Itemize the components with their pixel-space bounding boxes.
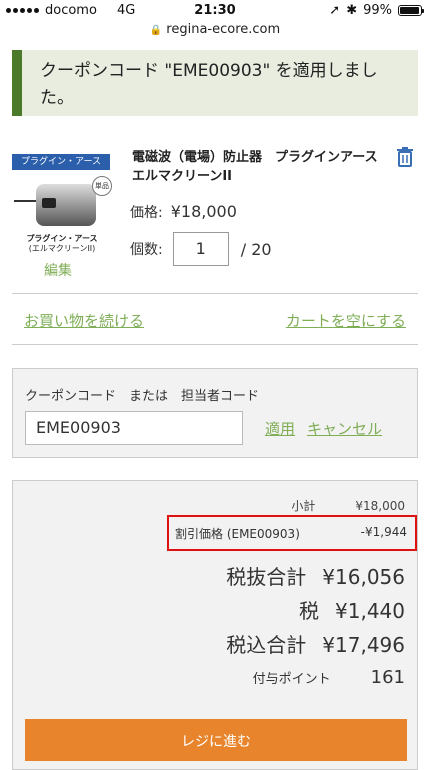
discount-row: 割引価格 (EME00903) -¥1,944 xyxy=(167,515,417,551)
incl-tax-label: 税込合計 xyxy=(226,633,307,657)
lock-icon: 🔒 xyxy=(149,25,163,36)
thumb-caption-line1: プラグイン・アース xyxy=(26,234,98,243)
discount-value: -¥1,944 xyxy=(360,525,407,539)
single-item-badge: 単品 xyxy=(92,176,112,196)
tax-row: 税 ¥1,440 xyxy=(299,595,405,624)
edit-link[interactable]: 編集 xyxy=(44,260,72,280)
points-row: 付与ポイント 161 xyxy=(253,667,405,688)
divider xyxy=(12,293,418,294)
points-label: 付与ポイント xyxy=(252,672,331,687)
quantity-label: 個数: xyxy=(130,242,163,258)
coupon-section: クーポンコード または 担当者コード EME00903 適用 キャンセル xyxy=(12,368,418,458)
tax-label: 税 xyxy=(299,599,320,623)
coupon-applied-notice: クーポンコード "EME00903" を適用しました。 xyxy=(12,50,418,116)
price-label: 価格: xyxy=(130,205,163,221)
tax-value: ¥1,440 xyxy=(335,599,405,623)
address-bar[interactable]: 🔒 regina-ecore.com xyxy=(0,22,430,42)
thumb-caption-line2: (エルマクリーンII) xyxy=(28,244,96,253)
brand-banner: プラグイン・アース xyxy=(12,154,110,170)
subtotal-label: 小計 xyxy=(291,499,316,513)
quantity-row: 個数: 1 / 20 xyxy=(130,232,272,266)
status-bar: docomo 4G 21:30 ➚ ✱ 99% xyxy=(0,0,430,22)
product-name[interactable]: 電磁波（電場）防止器 プラグインアース エルマクリーンII xyxy=(132,148,391,186)
coupon-input[interactable]: EME00903 xyxy=(25,411,243,445)
bluetooth-icon: ✱ xyxy=(346,3,358,18)
status-right: ➚ ✱ 99% xyxy=(329,3,424,18)
device-graphic xyxy=(36,184,96,226)
product-image[interactable]: プラグイン・アース 単品 プラグイン・アース (エルマクリーンII) xyxy=(12,148,112,268)
excl-tax-label: 税抜合計 xyxy=(226,565,307,589)
location-icon: ➚ xyxy=(329,3,341,18)
incl-tax-total-row: 税込合計 ¥17,496 xyxy=(226,629,405,658)
excl-tax-total-row: 税抜合計 ¥16,056 xyxy=(226,561,405,590)
battery-icon xyxy=(398,5,424,16)
cancel-coupon-link[interactable]: キャンセル xyxy=(307,418,382,439)
cable-graphic xyxy=(14,200,38,202)
subtotal-value: ¥18,000 xyxy=(355,499,405,513)
coupon-label: クーポンコード または 担当者コード xyxy=(25,389,260,404)
cart-item: プラグイン・アース 単品 プラグイン・アース (エルマクリーンII) 編集 電磁… xyxy=(12,146,418,288)
price-row: 価格: ¥18,000 xyxy=(130,202,237,222)
order-summary: 小計 ¥18,000 割引価格 (EME00903) -¥1,944 税抜合計 … xyxy=(12,480,418,770)
apply-coupon-link[interactable]: 適用 xyxy=(265,418,295,439)
quantity-input[interactable]: 1 xyxy=(172,232,229,266)
battery-percent: 99% xyxy=(363,3,392,18)
subtotal-row: 小計 ¥18,000 xyxy=(291,497,405,514)
discount-label: 割引価格 (EME00903) xyxy=(175,527,300,541)
thumb-caption: プラグイン・アース (エルマクリーンII) xyxy=(12,234,112,254)
url-text: regina-ecore.com xyxy=(166,22,281,37)
incl-tax-value: ¥17,496 xyxy=(322,633,405,657)
continue-shopping-link[interactable]: お買い物を続ける xyxy=(24,310,144,331)
price-value: ¥18,000 xyxy=(170,202,237,221)
excl-tax-value: ¥16,056 xyxy=(322,565,405,589)
quantity-max: / 20 xyxy=(240,239,272,259)
empty-cart-link[interactable]: カートを空にする xyxy=(286,310,406,331)
divider xyxy=(12,344,418,345)
checkout-button[interactable]: レジに進む xyxy=(25,719,407,761)
points-value: 161 xyxy=(370,667,405,688)
trash-icon[interactable] xyxy=(394,146,416,168)
